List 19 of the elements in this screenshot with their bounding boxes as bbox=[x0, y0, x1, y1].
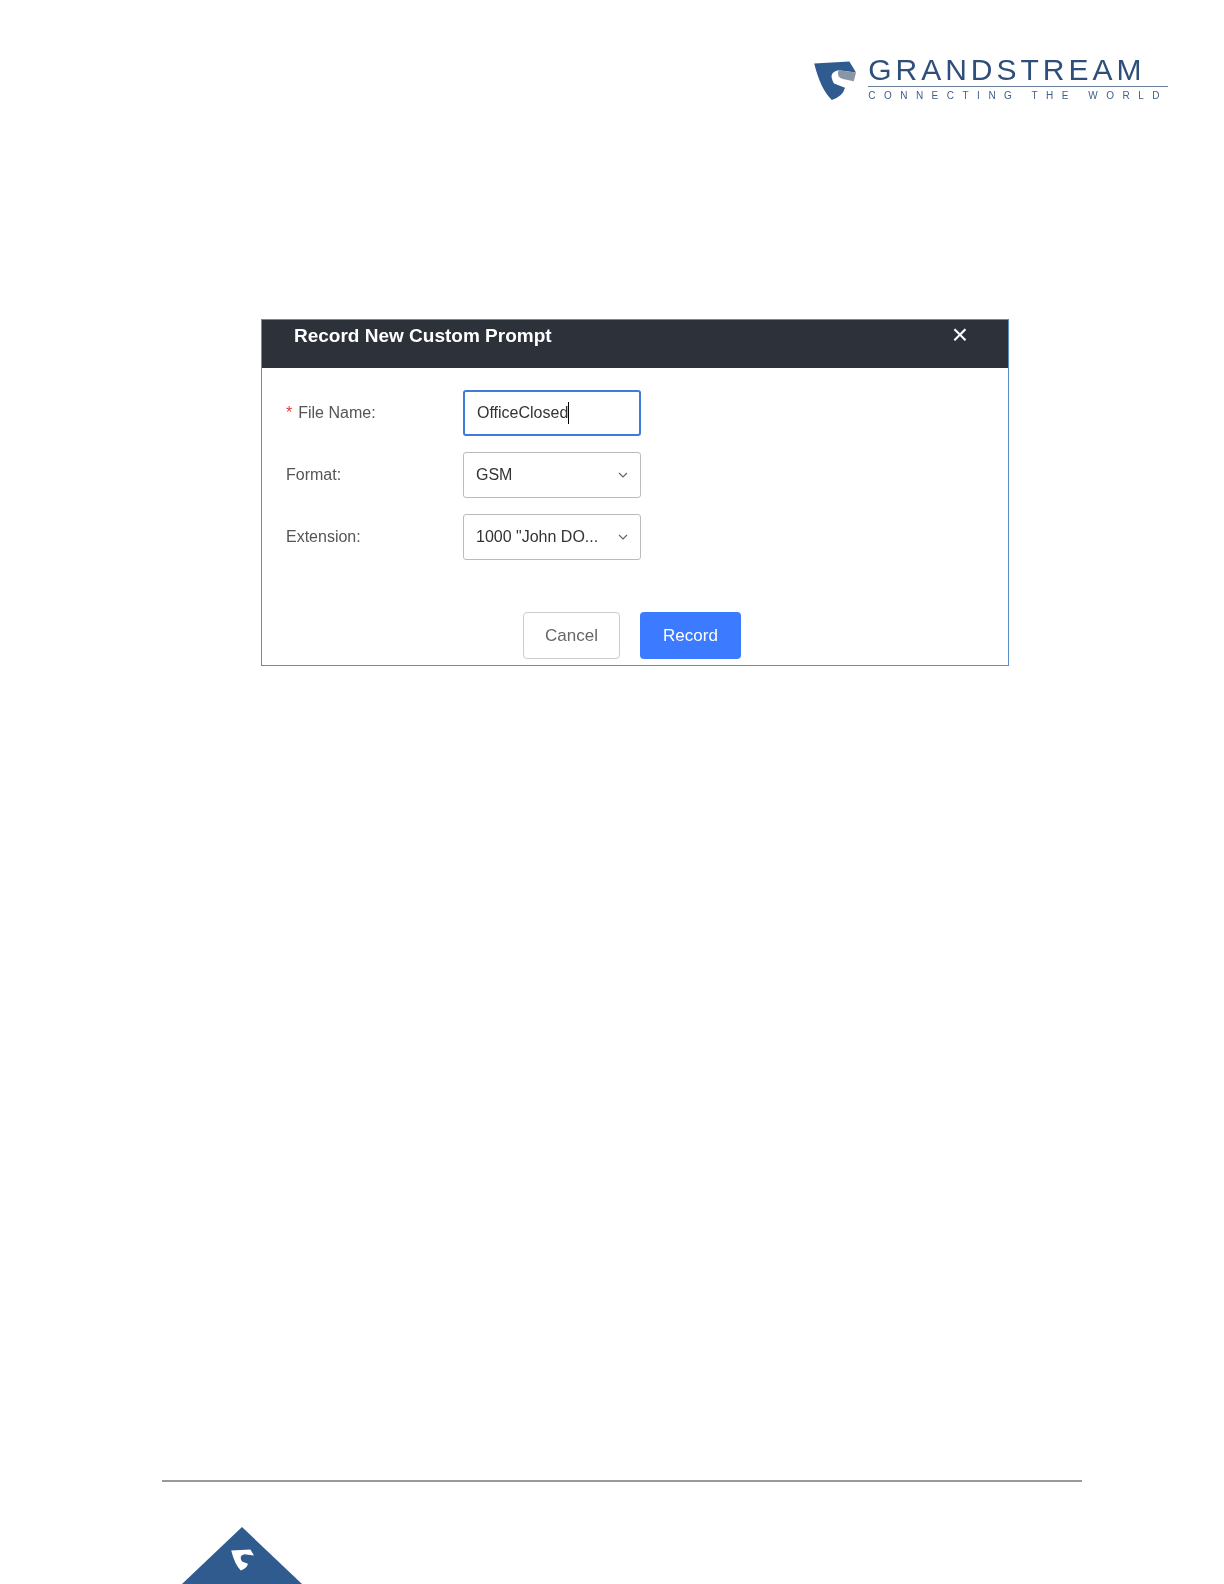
chevron-down-icon bbox=[618, 472, 628, 478]
field-value: OfficeClosed bbox=[477, 403, 569, 423]
field-label: Format: bbox=[286, 465, 342, 485]
brand-name: GRANDSTREAM bbox=[868, 54, 1147, 86]
close-button[interactable]: × bbox=[951, 322, 968, 348]
chevron-down-icon bbox=[618, 534, 628, 540]
brand-tagline: CONNECTING THE WORLD bbox=[868, 86, 1168, 103]
field-value: GSM bbox=[476, 465, 513, 485]
dropdown[interactable]: GSM bbox=[463, 452, 641, 498]
field-label: File Name: bbox=[298, 403, 376, 423]
record-button[interactable]: Record bbox=[640, 612, 741, 659]
cancel-button[interactable]: Cancel bbox=[523, 612, 620, 659]
dialog-title: Record New Custom Prompt bbox=[294, 324, 552, 348]
field-value: 1000 "John DO... bbox=[476, 527, 599, 547]
text-cursor bbox=[568, 402, 570, 424]
dropdown[interactable]: 1000 "John DO... bbox=[463, 514, 641, 560]
input-field[interactable]: OfficeClosed bbox=[463, 390, 641, 436]
field-label: Extension: bbox=[286, 527, 361, 547]
required-mark: * bbox=[286, 403, 293, 423]
